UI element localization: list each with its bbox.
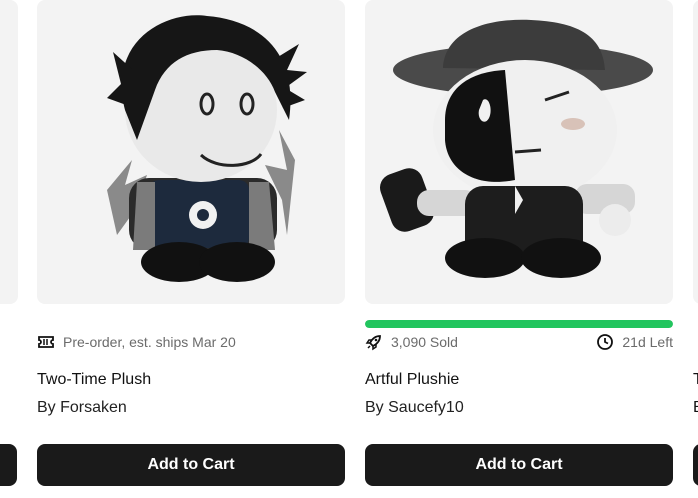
plush-image <box>107 15 307 282</box>
add-to-cart-button[interactable]: Add to Cart <box>37 444 345 486</box>
product-creator-partial-right[interactable]: B <box>693 399 698 417</box>
product-card: 3,090 Sold 21d Left Artful Plushie By Sa… <box>365 0 673 498</box>
product-card: Pre-order, est. ships Mar 20 Two-Time Pl… <box>37 0 345 498</box>
add-to-cart-button-partial-left[interactable] <box>0 444 17 486</box>
plush-image <box>380 19 653 278</box>
product-image[interactable] <box>365 0 673 304</box>
product-title[interactable]: Artful Plushie <box>365 371 459 389</box>
preorder-text: Pre-order, est. ships Mar 20 <box>63 334 236 350</box>
clock-icon <box>596 333 614 351</box>
product-creator[interactable]: By Forsaken <box>37 399 127 417</box>
product-image[interactable] <box>37 0 345 304</box>
preorder-row: Pre-order, est. ships Mar 20 <box>37 332 345 352</box>
add-to-cart-button-partial-right[interactable] <box>693 444 698 486</box>
product-image-partial-right[interactable] <box>693 0 698 304</box>
sold-progress-fill <box>365 320 673 328</box>
product-image-partial-left[interactable] <box>0 0 18 304</box>
sales-row: 3,090 Sold 21d Left <box>365 332 673 352</box>
product-grid: Pre-order, est. ships Mar 20 Two-Time Pl… <box>0 0 698 498</box>
product-title[interactable]: Two-Time Plush <box>37 371 151 389</box>
rocket-icon <box>365 333 383 351</box>
time-left: 21d Left <box>622 334 673 350</box>
product-creator[interactable]: By Saucefy10 <box>365 399 464 417</box>
add-to-cart-button[interactable]: Add to Cart <box>365 444 673 486</box>
sold-progress-bar <box>365 320 673 328</box>
ticket-icon <box>37 333 55 351</box>
sold-count: 3,090 Sold <box>391 334 458 350</box>
product-title-partial-right[interactable]: T <box>693 371 698 389</box>
